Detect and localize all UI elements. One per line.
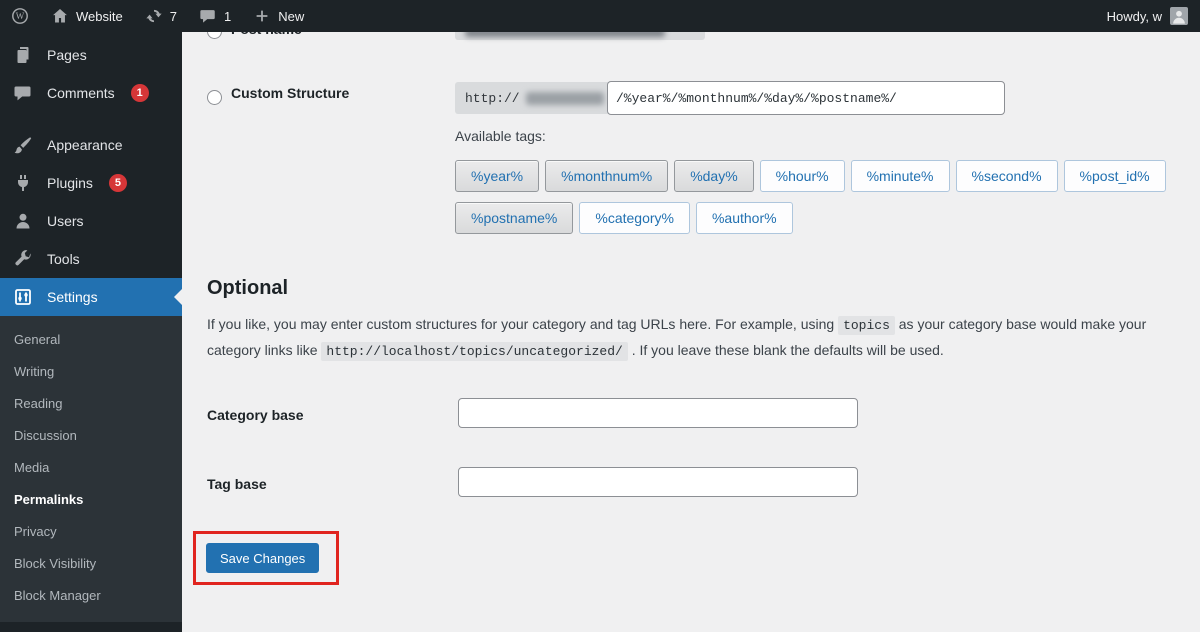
site-link[interactable]: Website [40,0,134,32]
submenu-item-block-visibility[interactable]: Block Visibility [0,548,182,580]
user-avatar [1170,7,1188,25]
post-name-url-preview [455,32,705,40]
sidebar-item-appearance[interactable]: Appearance [0,126,182,164]
updates-count: 7 [169,8,177,24]
submenu-item-media[interactable]: Media [0,452,182,484]
howdy-text: Howdy, w [1106,8,1162,24]
paintbrush-icon [13,135,33,155]
sidebar-item-label: Comments [47,85,115,101]
home-icon [51,7,69,25]
settings-sliders-icon [13,287,33,307]
permalinks-settings-content: Post name Custom Structure http:// Avail… [182,32,1200,632]
updates-refresh-icon [145,7,163,25]
sidebar-item-label: Settings [47,289,98,305]
sidebar-item-comments[interactable]: Comments 1 [0,74,182,112]
comment-bubble-icon [13,83,33,103]
tag-base-label: Tag base [207,476,267,492]
available-tags-row-1: %year% %monthnum% %day% %hour% %minute% … [455,160,1166,192]
optional-heading: Optional [207,277,289,299]
plug-icon [13,173,33,193]
category-base-input[interactable] [458,398,858,428]
sidebar-item-plugins[interactable]: Plugins 5 [0,164,182,202]
post-name-label: Post name [231,32,302,37]
tag-button-day[interactable]: %day% [674,160,754,192]
wordpress-logo-icon: W [11,7,29,25]
submenu-item-general[interactable]: General [0,324,182,356]
description-text-3: . If you leave these blank the defaults … [627,342,944,358]
save-changes-button[interactable]: Save Changes [206,543,320,573]
custom-structure-label: Custom Structure [231,85,350,101]
submenu-item-privacy[interactable]: Privacy [0,516,182,548]
wordpress-menu[interactable]: W [0,0,40,32]
submenu-item-reading[interactable]: Reading [0,388,182,420]
submenu-item-permalinks[interactable]: Permalinks [0,484,182,516]
updates-indicator[interactable]: 7 [134,0,188,32]
available-tags-row-2: %postname% %category% %author% [455,202,793,234]
comments-badge: 1 [130,84,149,102]
sidebar-item-label: Plugins [47,175,93,191]
blurred-url-preview [465,32,665,37]
admin-menu: Pages Comments 1 Appearance Plugins 5 Us… [0,32,182,622]
sidebar-item-pages[interactable]: Pages [0,36,182,74]
available-tags-label: Available tags: [455,128,546,144]
tag-button-monthnum[interactable]: %monthnum% [545,160,669,192]
sidebar-item-label: Tools [47,251,80,267]
pages-icon [13,45,33,65]
category-base-label: Category base [207,407,304,423]
comments-indicator[interactable]: 1 [188,0,242,32]
blurred-host [525,91,604,105]
site-name: Website [76,8,123,24]
tag-button-postname[interactable]: %postname% [455,202,574,234]
tag-button-minute[interactable]: %minute% [850,160,950,192]
tag-button-category[interactable]: %category% [579,202,690,234]
sidebar-item-users[interactable]: Users [0,202,182,240]
plugins-badge: 5 [108,174,127,192]
tag-base-input[interactable] [458,467,858,497]
admin-sidebar: Pages Comments 1 Appearance Plugins 5 Us… [0,32,182,632]
wrench-icon [13,249,33,269]
comment-bubble-icon [199,7,217,25]
permalink-structure-input[interactable] [607,81,1005,115]
submenu-item-block-manager[interactable]: Block Manager [0,580,182,612]
sidebar-item-settings[interactable]: Settings [0,278,182,316]
optional-description: If you like, you may enter custom struct… [207,312,1158,364]
plus-icon [253,7,271,25]
new-content-menu[interactable]: New [242,0,315,32]
user-icon [13,211,33,231]
settings-submenu: General Writing Reading Discussion Media… [0,316,182,622]
sidebar-item-tools[interactable]: Tools [0,240,182,278]
url-prefix-chip: http:// [455,82,614,114]
wordpress-admin-page: W Website 7 1 New Howdy, w Pages Comment… [0,0,1200,632]
tag-button-author[interactable]: %author% [695,202,793,234]
submenu-item-writing[interactable]: Writing [0,356,182,388]
sidebar-item-label: Appearance [47,137,123,153]
sidebar-item-label: Users [47,213,84,229]
svg-text:W: W [16,11,25,21]
url-prefix-text: http:// [465,90,520,106]
tag-button-post-id[interactable]: %post_id% [1063,160,1166,192]
tag-button-year[interactable]: %year% [455,160,540,192]
account-menu[interactable]: Howdy, w [1107,7,1200,25]
sidebar-item-label: Pages [47,47,87,63]
admin-bar: W Website 7 1 New Howdy, w [0,0,1200,32]
topics-code: topics [838,316,895,335]
new-label: New [278,8,305,24]
submenu-item-discussion[interactable]: Discussion [0,420,182,452]
post-name-radio[interactable] [207,32,222,39]
tag-button-second[interactable]: %second% [955,160,1058,192]
description-text-1: If you like, you may enter custom struct… [207,316,839,332]
example-url-code: http://localhost/topics/uncategorized/ [321,342,628,361]
tag-button-hour[interactable]: %hour% [759,160,845,192]
custom-structure-radio[interactable] [207,90,222,105]
comments-count: 1 [223,8,232,24]
menu-separator [0,112,182,126]
